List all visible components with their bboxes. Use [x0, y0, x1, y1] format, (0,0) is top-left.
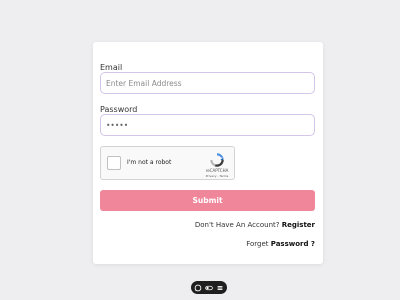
- recaptcha-label: I'm not a robot: [127, 159, 172, 166]
- recaptcha-checkbox[interactable]: [107, 156, 121, 170]
- forgot-prompt: Forget: [246, 240, 269, 248]
- recaptcha-logo-icon: [210, 153, 224, 167]
- forgot-password-link[interactable]: Password ?: [271, 240, 315, 248]
- recaptcha-terms-link[interactable]: Privacy - Terms: [201, 174, 233, 178]
- email-input[interactable]: [100, 72, 315, 94]
- register-row: Don't Have An Account? Register: [195, 221, 315, 229]
- register-prompt: Don't Have An Account?: [194, 221, 280, 229]
- login-card: Email Password I'm not a robot reCAPTCHA…: [93, 42, 323, 264]
- password-label: Password: [100, 105, 138, 114]
- register-link[interactable]: Register: [282, 221, 315, 229]
- menu-icon[interactable]: [216, 284, 224, 292]
- floating-toolbar: [191, 281, 227, 294]
- toggle-icon[interactable]: [205, 284, 213, 292]
- chat-icon[interactable]: [194, 284, 202, 292]
- forgot-row: Forget Password ?: [246, 240, 315, 248]
- password-input[interactable]: [100, 114, 315, 136]
- recaptcha-widget: I'm not a robot reCAPTCHA Privacy - Term…: [100, 146, 235, 180]
- recaptcha-brand: reCAPTCHA: [205, 168, 229, 173]
- submit-button[interactable]: Submit: [100, 190, 315, 211]
- email-label: Email: [100, 63, 123, 72]
